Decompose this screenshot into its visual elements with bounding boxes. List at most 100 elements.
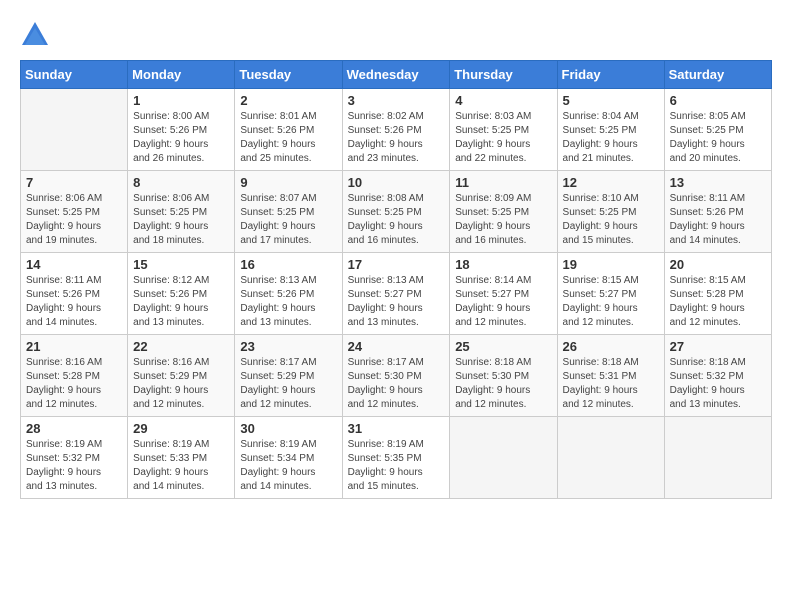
day-info: Sunrise: 8:18 AMSunset: 5:30 PMDaylight:… [455,356,551,412]
calendar-cell: 26 Sunrise: 8:18 AMSunset: 5:31 PMDayligh… [557,335,664,417]
calendar-cell: 24 Sunrise: 8:17 AMSunset: 5:30 PMDayligh… [342,335,450,417]
day-info: Sunrise: 8:02 AMSunset: 5:26 PMDaylight:… [348,110,445,166]
day-number: 12 [563,175,659,190]
day-number: 29 [133,421,229,436]
day-number: 18 [455,257,551,272]
calendar-cell: 15 Sunrise: 8:12 AMSunset: 5:26 PMDayligh… [128,253,235,335]
day-info: Sunrise: 8:18 AMSunset: 5:31 PMDaylight:… [563,356,659,412]
day-info: Sunrise: 8:03 AMSunset: 5:25 PMDaylight:… [455,110,551,166]
day-info: Sunrise: 8:17 AMSunset: 5:30 PMDaylight:… [348,356,445,412]
day-info: Sunrise: 8:00 AMSunset: 5:26 PMDaylight:… [133,110,229,166]
day-number: 2 [240,93,336,108]
day-info: Sunrise: 8:09 AMSunset: 5:25 PMDaylight:… [455,192,551,248]
day-info: Sunrise: 8:15 AMSunset: 5:27 PMDaylight:… [563,274,659,330]
calendar-cell: 23 Sunrise: 8:17 AMSunset: 5:29 PMDayligh… [235,335,342,417]
calendar-cell: 12 Sunrise: 8:10 AMSunset: 5:25 PMDayligh… [557,171,664,253]
logo [20,20,54,50]
calendar-cell: 1 Sunrise: 8:00 AMSunset: 5:26 PMDaylight… [128,89,235,171]
calendar-cell: 6 Sunrise: 8:05 AMSunset: 5:25 PMDaylight… [664,89,771,171]
day-number: 31 [348,421,445,436]
day-number: 7 [26,175,122,190]
day-number: 26 [563,339,659,354]
calendar-cell: 3Sunrise: 8:02 AMSunset: 5:26 PMDaylight… [342,89,450,171]
calendar-cell: 31 Sunrise: 8:19 AMSunset: 5:35 PMDayligh… [342,417,450,499]
day-number: 22 [133,339,229,354]
header-friday: Friday [557,61,664,89]
day-info: Sunrise: 8:13 AMSunset: 5:27 PMDaylight:… [348,274,445,330]
calendar-cell: 2 Sunrise: 8:01 AMSunset: 5:26 PMDaylight… [235,89,342,171]
day-info: Sunrise: 8:06 AMSunset: 5:25 PMDaylight:… [133,192,229,248]
calendar-cell: 21Sunrise: 8:16 AMSunset: 5:28 PMDayligh… [21,335,128,417]
calendar-cell: 25 Sunrise: 8:18 AMSunset: 5:30 PMDayligh… [450,335,557,417]
day-number: 4 [455,93,551,108]
day-number: 15 [133,257,229,272]
day-info: Sunrise: 8:14 AMSunset: 5:27 PMDaylight:… [455,274,551,330]
calendar-cell: 20 Sunrise: 8:15 AMSunset: 5:28 PMDayligh… [664,253,771,335]
calendar-cell: 14 Sunrise: 8:11 AMSunset: 5:26 PMDayligh… [21,253,128,335]
calendar-cell [450,417,557,499]
calendar-cell: 29Sunrise: 8:19 AMSunset: 5:33 PMDayligh… [128,417,235,499]
day-number: 21 [26,339,122,354]
calendar-cell: 9Sunrise: 8:07 AMSunset: 5:25 PMDaylight… [235,171,342,253]
header-wednesday: Wednesday [342,61,450,89]
day-info: Sunrise: 8:05 AMSunset: 5:25 PMDaylight:… [670,110,766,166]
calendar-week-5: 28 Sunrise: 8:19 AMSunset: 5:32 PMDayligh… [21,417,772,499]
day-info: Sunrise: 8:01 AMSunset: 5:26 PMDaylight:… [240,110,336,166]
day-info: Sunrise: 8:18 AMSunset: 5:32 PMDaylight:… [670,356,766,412]
calendar-cell: 5 Sunrise: 8:04 AMSunset: 5:25 PMDaylight… [557,89,664,171]
day-number: 23 [240,339,336,354]
day-number: 14 [26,257,122,272]
day-number: 5 [563,93,659,108]
day-number: 24 [348,339,445,354]
calendar-cell: 8 Sunrise: 8:06 AMSunset: 5:25 PMDaylight… [128,171,235,253]
day-number: 11 [455,175,551,190]
calendar-cell: 13 Sunrise: 8:11 AMSunset: 5:26 PMDayligh… [664,171,771,253]
day-number: 20 [670,257,766,272]
header-saturday: Saturday [664,61,771,89]
logo-icon [20,20,50,50]
header-sunday: Sunday [21,61,128,89]
day-info: Sunrise: 8:17 AMSunset: 5:29 PMDaylight:… [240,356,336,412]
calendar-cell: 7 Sunrise: 8:06 AMSunset: 5:25 PMDaylight… [21,171,128,253]
calendar-week-3: 14 Sunrise: 8:11 AMSunset: 5:26 PMDayligh… [21,253,772,335]
calendar-week-4: 21Sunrise: 8:16 AMSunset: 5:28 PMDayligh… [21,335,772,417]
calendar-header-row: SundayMondayTuesdayWednesdayThursdayFrid… [21,61,772,89]
day-info: Sunrise: 8:13 AMSunset: 5:26 PMDaylight:… [240,274,336,330]
day-info: Sunrise: 8:16 AMSunset: 5:29 PMDaylight:… [133,356,229,412]
calendar-cell: 27 Sunrise: 8:18 AMSunset: 5:32 PMDayligh… [664,335,771,417]
day-info: Sunrise: 8:11 AMSunset: 5:26 PMDaylight:… [26,274,122,330]
day-info: Sunrise: 8:10 AMSunset: 5:25 PMDaylight:… [563,192,659,248]
day-info: Sunrise: 8:19 AMSunset: 5:35 PMDaylight:… [348,438,445,494]
header-thursday: Thursday [450,61,557,89]
header-monday: Monday [128,61,235,89]
calendar-cell: 19 Sunrise: 8:15 AMSunset: 5:27 PMDayligh… [557,253,664,335]
day-number: 17 [348,257,445,272]
day-info: Sunrise: 8:11 AMSunset: 5:26 PMDaylight:… [670,192,766,248]
day-number: 9 [240,175,336,190]
calendar-cell: 28 Sunrise: 8:19 AMSunset: 5:32 PMDayligh… [21,417,128,499]
calendar-cell: 11 Sunrise: 8:09 AMSunset: 5:25 PMDayligh… [450,171,557,253]
day-info: Sunrise: 8:19 AMSunset: 5:32 PMDaylight:… [26,438,122,494]
day-info: Sunrise: 8:06 AMSunset: 5:25 PMDaylight:… [26,192,122,248]
day-number: 1 [133,93,229,108]
day-info: Sunrise: 8:04 AMSunset: 5:25 PMDaylight:… [563,110,659,166]
day-info: Sunrise: 8:15 AMSunset: 5:28 PMDaylight:… [670,274,766,330]
calendar-cell: 4 Sunrise: 8:03 AMSunset: 5:25 PMDaylight… [450,89,557,171]
calendar-week-2: 7 Sunrise: 8:06 AMSunset: 5:25 PMDaylight… [21,171,772,253]
day-number: 19 [563,257,659,272]
day-number: 13 [670,175,766,190]
day-info: Sunrise: 8:08 AMSunset: 5:25 PMDaylight:… [348,192,445,248]
day-info: Sunrise: 8:12 AMSunset: 5:26 PMDaylight:… [133,274,229,330]
calendar-cell [557,417,664,499]
calendar-cell: 18 Sunrise: 8:14 AMSunset: 5:27 PMDayligh… [450,253,557,335]
page-header [20,20,772,50]
day-number: 28 [26,421,122,436]
calendar-week-1: 1 Sunrise: 8:00 AMSunset: 5:26 PMDaylight… [21,89,772,171]
calendar-cell [664,417,771,499]
day-number: 8 [133,175,229,190]
day-number: 10 [348,175,445,190]
day-number: 27 [670,339,766,354]
calendar-cell: 30Sunrise: 8:19 AMSunset: 5:34 PMDayligh… [235,417,342,499]
day-number: 6 [670,93,766,108]
day-number: 25 [455,339,551,354]
